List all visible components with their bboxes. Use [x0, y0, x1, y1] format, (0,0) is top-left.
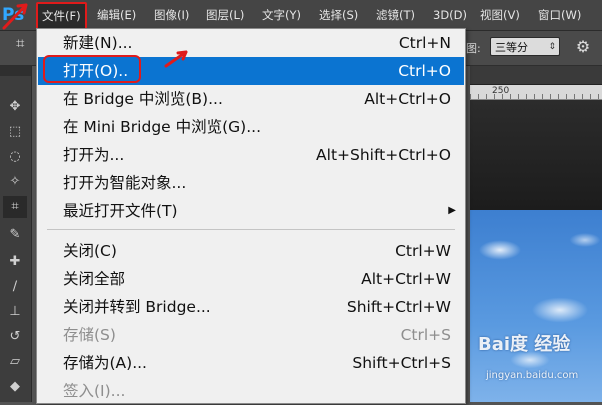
menu-item-label: 关闭并转到 Bridge...: [63, 298, 211, 316]
select-arrows-icon: ⇕: [548, 42, 556, 52]
menu-item-close-all[interactable]: 关闭全部 Alt+Ctrl+W: [38, 265, 464, 293]
menu-item-shortcut: Ctrl+O: [398, 62, 451, 80]
photoshop-logo: Ps: [2, 5, 25, 25]
menu-item-open-as[interactable]: 打开为... Alt+Shift+Ctrl+O: [38, 141, 464, 169]
lasso-tool-icon[interactable]: ◌: [3, 146, 27, 168]
menu-3d[interactable]: 3D(D): [433, 6, 467, 24]
menu-item-shortcut: Ctrl+W: [395, 242, 451, 260]
magic-wand-icon[interactable]: ✧: [3, 171, 27, 193]
menu-item-label: 关闭全部: [63, 270, 126, 288]
menu-item-label: 新建(N)...: [63, 34, 133, 52]
bucket-tool-icon[interactable]: ◆: [3, 376, 27, 398]
document-tab[interactable]: [470, 66, 602, 85]
menu-item-label: 在 Bridge 中浏览(B)...: [63, 90, 223, 108]
menu-item-save-as[interactable]: 存储为(A)... Shift+Ctrl+S: [38, 349, 464, 377]
menu-item-check-in[interactable]: 签入(I)...: [38, 377, 464, 405]
watermark-url: jingyan.baidu.com: [486, 370, 579, 381]
menu-view[interactable]: 视图(V): [480, 6, 520, 24]
menu-select[interactable]: 选择(S): [319, 6, 358, 24]
tools-panel: ✥ ⬚ ◌ ✧ ⌗ ✎ ✚ ∕ ⊥ ↺ ▱ ◆: [0, 66, 32, 402]
menu-item-recent-files[interactable]: 最近打开文件(T) ▶: [38, 197, 464, 225]
menu-item-save[interactable]: 存储(S) Ctrl+S: [38, 321, 464, 349]
menu-item-shortcut: Ctrl+S: [400, 326, 451, 344]
stamp-tool-icon[interactable]: ⊥: [3, 301, 27, 323]
menu-item-label: 打开为智能对象...: [63, 174, 187, 192]
overlay-select[interactable]: 三等分 ⇕: [490, 37, 560, 56]
healing-brush-icon[interactable]: ✚: [3, 251, 27, 273]
overlay-label: 图:: [466, 42, 481, 55]
annotation-highlight-box: [43, 55, 141, 83]
overlay-select-value: 三等分: [495, 41, 528, 54]
menu-item-close[interactable]: 关闭(C) Ctrl+W: [38, 237, 464, 265]
menu-item-browse-bridge[interactable]: 在 Bridge 中浏览(B)... Alt+Ctrl+O: [38, 85, 464, 113]
menu-item-label: 存储(S): [63, 326, 116, 344]
submenu-arrow-icon: ▶: [448, 205, 456, 216]
history-brush-icon[interactable]: ↺: [3, 326, 27, 348]
menu-filter[interactable]: 滤镜(T): [376, 6, 415, 24]
move-tool-icon[interactable]: ✥: [3, 96, 27, 118]
menu-item-label: 存储为(A)...: [63, 354, 147, 372]
menu-item-browse-mini-bridge[interactable]: 在 Mini Bridge 中浏览(G)...: [38, 113, 464, 141]
menu-item-label: 打开为...: [63, 146, 125, 164]
menu-item-label: 在 Mini Bridge 中浏览(G)...: [63, 118, 262, 136]
panel-grip[interactable]: [0, 66, 31, 76]
brush-tool-icon[interactable]: ∕: [3, 276, 27, 298]
menu-item-label: 签入(I)...: [63, 382, 126, 400]
eyedropper-icon[interactable]: ✎: [3, 224, 27, 246]
menu-bar: Ps 文件(F) 编辑(E) 图像(I) 图层(L) 文字(Y) 选择(S) 滤…: [0, 0, 602, 31]
menu-edit[interactable]: 编辑(E): [97, 6, 136, 24]
gear-icon[interactable]: ⚙: [573, 37, 593, 57]
menu-item-label: 关闭(C): [63, 242, 117, 260]
file-menu-dropdown: 新建(N)... Ctrl+N 打开(O).. Ctrl+O 在 Bridge …: [36, 28, 466, 404]
menu-item-close-go-bridge[interactable]: 关闭并转到 Bridge... Shift+Ctrl+W: [38, 293, 464, 321]
menu-type[interactable]: 文字(Y): [262, 6, 301, 24]
menu-item-open-smart-object[interactable]: 打开为智能对象...: [38, 169, 464, 197]
menu-item-label: 最近打开文件(T): [63, 202, 178, 220]
menu-file[interactable]: 文件(F): [36, 2, 87, 30]
menu-item-new[interactable]: 新建(N)... Ctrl+N: [38, 29, 464, 57]
menu-item-shortcut: Ctrl+N: [398, 34, 451, 52]
watermark: Bai度 经验 jingyan.baidu.com: [478, 330, 602, 390]
menu-item-shortcut: Alt+Ctrl+W: [361, 270, 451, 288]
horizontal-ruler: [470, 85, 602, 100]
menu-image[interactable]: 图像(I): [154, 6, 189, 24]
menu-layer[interactable]: 图层(L): [206, 6, 244, 24]
menu-separator: [47, 229, 455, 230]
menu-item-shortcut: Alt+Shift+Ctrl+O: [316, 146, 451, 164]
watermark-logo: Bai度 经验: [478, 334, 571, 355]
eraser-tool-icon[interactable]: ▱: [3, 351, 27, 373]
canvas-dark-region: [470, 100, 602, 210]
crop-tool-icon[interactable]: ⌗: [16, 34, 24, 52]
menu-item-shortcut: Shift+Ctrl+W: [346, 298, 451, 316]
marquee-tool-icon[interactable]: ⬚: [3, 121, 27, 143]
crop-tool-icon[interactable]: ⌗: [3, 196, 27, 218]
menu-item-shortcut: Shift+Ctrl+S: [352, 354, 451, 372]
menu-item-shortcut: Alt+Ctrl+O: [364, 90, 451, 108]
menu-window[interactable]: 窗口(W): [538, 6, 581, 24]
ruler-label: 250: [492, 86, 510, 96]
